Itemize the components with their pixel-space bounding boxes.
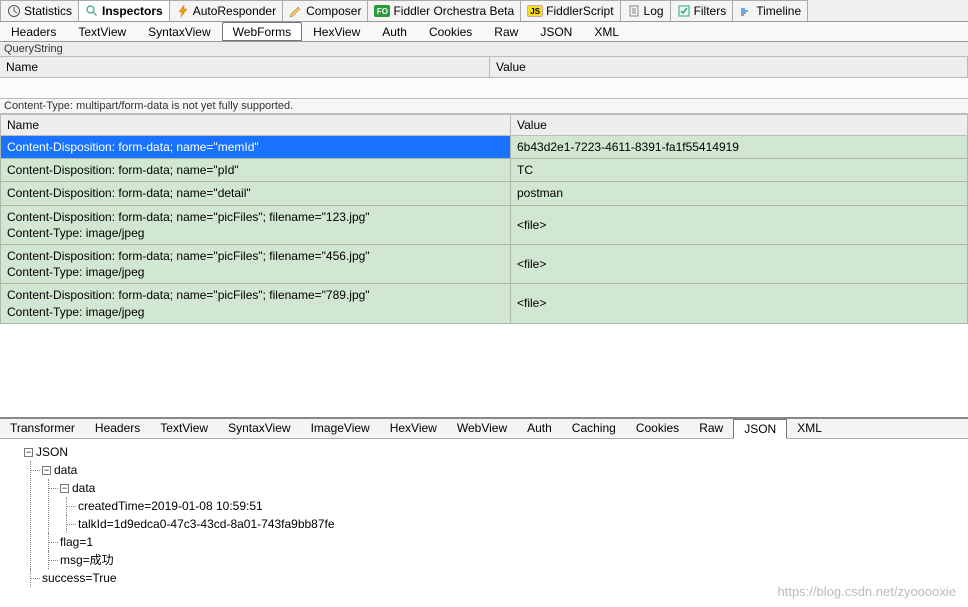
tree-toggle-icon[interactable]: −: [42, 466, 51, 475]
clock-icon: [7, 4, 21, 18]
tab-composer[interactable]: Composer: [282, 0, 368, 21]
magnifier-icon: [85, 4, 99, 18]
form-col-value[interactable]: Value: [511, 115, 968, 136]
tab-label: Filters: [694, 4, 727, 18]
resp-tab-transformer[interactable]: Transformer: [0, 419, 85, 438]
resp-tab-textview[interactable]: TextView: [150, 419, 218, 438]
tab-label: Log: [644, 4, 664, 18]
tree-inner-data[interactable]: data: [72, 481, 95, 495]
tab-label: Inspectors: [102, 4, 163, 18]
request-inspector-tabs: Headers TextView SyntaxView WebForms Hex…: [0, 22, 968, 42]
resp-tab-cookies[interactable]: Cookies: [626, 419, 689, 438]
tree-leaf-createdtime[interactable]: createdTime=2019-01-08 10:59:51: [78, 497, 962, 515]
req-tab-json[interactable]: JSON: [529, 22, 583, 41]
qs-col-value[interactable]: Value: [490, 57, 968, 77]
resp-tab-xml[interactable]: XML: [787, 419, 832, 438]
cell-value[interactable]: 6b43d2e1-7223-4611-8391-fa1f55414919: [511, 136, 968, 159]
tab-inspectors[interactable]: Inspectors: [78, 0, 170, 21]
tree-leaf-msg[interactable]: msg=成功: [60, 551, 962, 569]
tab-filters[interactable]: Filters: [670, 0, 734, 21]
table-row[interactable]: Content-Disposition: form-data; name="me…: [1, 136, 968, 159]
tab-log[interactable]: Log: [620, 0, 671, 21]
pencil-icon: [289, 4, 303, 18]
table-row[interactable]: Content-Disposition: form-data; name="pI…: [1, 159, 968, 182]
table-row[interactable]: Content-Disposition: form-data; name="pi…: [1, 244, 968, 283]
tree-leaf-success[interactable]: success=True: [42, 569, 962, 587]
resp-tab-json[interactable]: JSON: [733, 419, 787, 439]
tree-root[interactable]: JSON: [36, 445, 68, 459]
lightning-icon: [176, 4, 190, 18]
qs-col-name[interactable]: Name: [0, 57, 490, 77]
form-data-table: Name Value Content-Disposition: form-dat…: [0, 114, 968, 324]
cell-name[interactable]: Content-Disposition: form-data; name="pi…: [1, 284, 511, 323]
req-tab-cookies[interactable]: Cookies: [418, 22, 483, 41]
checkbox-icon: [677, 4, 691, 18]
resp-tab-caching[interactable]: Caching: [562, 419, 626, 438]
tree-toggle-icon[interactable]: −: [24, 448, 33, 457]
req-tab-raw[interactable]: Raw: [483, 22, 529, 41]
cell-name[interactable]: Content-Disposition: form-data; name="pi…: [1, 205, 511, 244]
table-row[interactable]: Content-Disposition: form-data; name="de…: [1, 182, 968, 205]
req-tab-textview[interactable]: TextView: [67, 22, 137, 41]
cell-name[interactable]: Content-Disposition: form-data; name="pI…: [1, 159, 511, 182]
tab-orchestra[interactable]: FO Fiddler Orchestra Beta: [367, 0, 521, 21]
tree-leaf-flag[interactable]: flag=1: [60, 533, 962, 551]
table-row[interactable]: Content-Disposition: form-data; name="pi…: [1, 284, 968, 323]
cell-value[interactable]: <file>: [511, 284, 968, 323]
js-badge-icon: JS: [527, 5, 543, 17]
resp-tab-syntaxview[interactable]: SyntaxView: [218, 419, 300, 438]
tab-label: FiddlerScript: [546, 4, 613, 18]
resp-tab-webview[interactable]: WebView: [447, 419, 517, 438]
req-tab-headers[interactable]: Headers: [0, 22, 67, 41]
timeline-icon: [739, 4, 753, 18]
req-tab-webforms[interactable]: WebForms: [222, 22, 302, 41]
resp-tab-auth[interactable]: Auth: [517, 419, 562, 438]
tab-autoresponder[interactable]: AutoResponder: [169, 0, 283, 21]
form-header-row: Name Value: [1, 115, 968, 136]
tab-timeline[interactable]: Timeline: [732, 0, 808, 21]
req-tab-xml[interactable]: XML: [583, 22, 630, 41]
querystring-label: QueryString: [0, 42, 968, 57]
cell-name[interactable]: Content-Disposition: form-data; name="de…: [1, 182, 511, 205]
cell-value[interactable]: <file>: [511, 244, 968, 283]
querystring-empty: [0, 78, 968, 98]
cell-name[interactable]: Content-Disposition: form-data; name="me…: [1, 136, 511, 159]
tab-label: Composer: [306, 4, 361, 18]
json-tree[interactable]: −JSON −data −data createdTime=2019-01-08…: [0, 439, 968, 591]
resp-tab-imageview[interactable]: ImageView: [301, 419, 380, 438]
tab-fiddlerscript[interactable]: JS FiddlerScript: [520, 0, 620, 21]
cell-name[interactable]: Content-Disposition: form-data; name="pi…: [1, 244, 511, 283]
resp-tab-hexview[interactable]: HexView: [380, 419, 447, 438]
response-inspector-tabs: Transformer Headers TextView SyntaxView …: [0, 419, 968, 439]
tree-leaf-talkid[interactable]: talkId=1d9edca0-47c3-43cd-8a01-743fa9bb8…: [78, 515, 962, 533]
tab-label: Statistics: [24, 4, 72, 18]
resp-tab-headers[interactable]: Headers: [85, 419, 150, 438]
req-tab-syntaxview[interactable]: SyntaxView: [137, 22, 221, 41]
tab-label: AutoResponder: [193, 4, 276, 18]
form-col-name[interactable]: Name: [1, 115, 511, 136]
tree-toggle-icon[interactable]: −: [60, 484, 69, 493]
tab-label: Timeline: [756, 4, 801, 18]
document-icon: [627, 4, 641, 18]
querystring-header: Name Value: [0, 57, 968, 78]
main-tab-bar: Statistics Inspectors AutoResponder Comp…: [0, 0, 968, 22]
resp-tab-raw[interactable]: Raw: [689, 419, 733, 438]
req-tab-auth[interactable]: Auth: [371, 22, 418, 41]
table-row[interactable]: Content-Disposition: form-data; name="pi…: [1, 205, 968, 244]
tab-statistics[interactable]: Statistics: [0, 0, 79, 21]
tab-label: Fiddler Orchestra Beta: [393, 4, 514, 18]
multipart-warning: Content-Type: multipart/form-data is not…: [0, 98, 968, 114]
response-panel: Transformer Headers TextView SyntaxView …: [0, 417, 968, 607]
cell-value[interactable]: postman: [511, 182, 968, 205]
fo-badge-icon: FO: [374, 5, 390, 17]
tree-data[interactable]: data: [54, 463, 77, 477]
cell-value[interactable]: TC: [511, 159, 968, 182]
cell-value[interactable]: <file>: [511, 205, 968, 244]
req-tab-hexview[interactable]: HexView: [302, 22, 371, 41]
